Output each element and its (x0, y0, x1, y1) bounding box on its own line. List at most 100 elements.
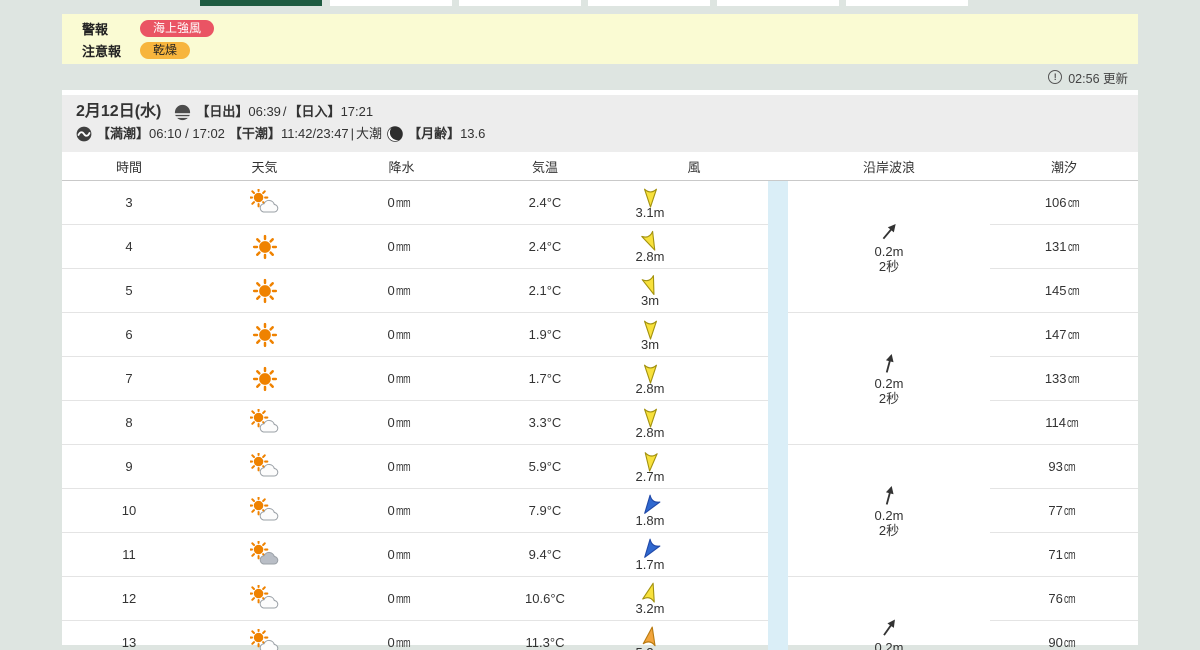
warning-badge[interactable]: 海上強風 (140, 19, 215, 37)
hour-cell: 10 (121, 503, 137, 518)
tide-cell: 145 cm (990, 269, 1138, 313)
wind-direction-icon (642, 449, 659, 472)
temp-cell: 1.7 °C (528, 371, 562, 386)
wave-height: 0.2m (874, 507, 904, 523)
tide-cell: 106 cm (990, 181, 1138, 225)
hour-cell: 9 (125, 459, 133, 474)
precip-cell: 0 mm (387, 239, 410, 254)
wave-direction-icon (874, 481, 903, 510)
wind-cell: 3.2m (620, 577, 768, 620)
info-icon: ! (1048, 70, 1063, 84)
wind-cell: 3.1m (620, 181, 768, 224)
hour-cell: 5 (125, 283, 133, 298)
tab[interactable] (717, 0, 839, 6)
high-tide-label: 【満潮】 (97, 126, 150, 141)
col-time: 時間 (115, 159, 142, 175)
wave-group: 0.2m 2秒 (788, 313, 990, 445)
low-tide-times: 11:42/23:47 (280, 126, 349, 141)
table-body: 3 0 mm 2.4 °C 3.1m 4 0 mm 2.4 °C 2.8m 5 0 mm (62, 181, 1138, 650)
tide-type: 大潮 (356, 126, 383, 141)
table-row: 5 0 mm 2.1 °C 3m (62, 269, 768, 313)
hour-cell: 6 (125, 327, 133, 342)
updated-row: ! 02:56 更新 (62, 64, 1138, 90)
weather-icon (196, 181, 333, 224)
hour-cell: 3 (125, 195, 133, 210)
col-weather: 天気 (251, 159, 278, 175)
warning-label: 警報 (82, 21, 109, 37)
tide-cell: 147 cm (990, 313, 1138, 357)
moon-age: 13.6 (460, 126, 486, 141)
temp-cell: 9.4 °C (528, 547, 562, 562)
wave-period: 2秒 (878, 258, 900, 274)
wind-cell: 5.3m (620, 621, 768, 650)
hour-cell: 4 (125, 239, 133, 254)
wind-cell: 1.7m (620, 533, 768, 576)
col-tide: 潮汐 (1050, 159, 1077, 175)
weather-icon (196, 401, 333, 444)
moon-icon (387, 126, 403, 142)
advisory-label: 注意報 (82, 43, 122, 59)
updated-time: 02:56 更新 (1068, 71, 1128, 86)
sunset-time: 17:21 (340, 104, 374, 119)
table-row: 4 0 mm 2.4 °C 2.8m (62, 225, 768, 269)
temp-cell: 2.1 °C (528, 283, 562, 298)
date-header: 2月12日(水) 【日出】 06:39 / 【日入】 17:21 【満潮】 06… (62, 95, 1138, 152)
sunrise-icon (174, 104, 192, 121)
table-row: 7 0 mm 1.7 °C 2.8m (62, 357, 768, 401)
sunset-label: 【日入】 (288, 104, 341, 119)
temp-cell: 5.9 °C (528, 459, 562, 474)
weather-icon (196, 357, 333, 400)
col-spacer (768, 152, 788, 180)
hour-cell: 13 (121, 635, 137, 650)
table-row: 3 0 mm 2.4 °C 3.1m (62, 181, 768, 225)
temp-cell: 11.3 °C (525, 635, 565, 650)
weather-icon (196, 577, 333, 620)
col-temp: 気温 (531, 159, 558, 175)
tide-cell: 93 cm (990, 445, 1138, 489)
wind-direction-icon (643, 362, 658, 384)
weather-icon (196, 489, 333, 532)
table-row: 13 0mm 11.3°C 5.3m (62, 621, 768, 650)
wind-cell: 2.8m (620, 401, 768, 444)
precip-cell: 0 mm (387, 371, 410, 386)
wave-group: 0.2m 2秒 (788, 445, 990, 577)
hour-cell: 7 (125, 371, 133, 386)
temp-cell: 3.3 °C (528, 415, 562, 430)
tab[interactable] (459, 0, 581, 6)
tide-icon (76, 126, 92, 142)
advisory-badge[interactable]: 乾燥 (140, 41, 191, 59)
temp-cell: 2.4 °C (528, 195, 562, 210)
hour-cell: 11 (122, 547, 136, 562)
tab[interactable] (588, 0, 710, 6)
temp-cell: 10.6 °C (525, 591, 565, 606)
tab[interactable] (330, 0, 452, 6)
column-divider-strip (768, 181, 788, 650)
wind-cell: 2.8m (620, 357, 768, 400)
tide-cell: 90 cm (990, 621, 1138, 650)
wind-direction-icon (643, 406, 658, 428)
weather-icon (196, 533, 333, 576)
tide-cell: 133 cm (990, 357, 1138, 401)
wave-height: 0.2m (874, 375, 904, 391)
table-row: 6 0 mm 1.9 °C 3m (62, 313, 768, 357)
col-precip: 降水 (388, 159, 415, 175)
tide-cell: 131 cm (990, 225, 1138, 269)
tide-separator: | (350, 126, 355, 141)
weather-icon (196, 445, 333, 488)
tab-active[interactable] (200, 0, 322, 6)
precip-cell: 0 mm (387, 591, 410, 606)
precip-cell: 0 mm (387, 503, 410, 518)
wave-group: 0.2m 2秒 (788, 181, 990, 313)
hour-cell: 12 (121, 591, 137, 606)
precip-cell: 0 mm (387, 547, 410, 562)
low-tide-label: 【干潮】 (228, 126, 281, 141)
moon-age-label: 【月齢】 (408, 126, 461, 141)
tide-cell: 76 cm (990, 577, 1138, 621)
precip-cell: 0 mm (387, 415, 410, 430)
tide-cell: 77 cm (990, 489, 1138, 533)
table-row: 9 0 mm 5.9 °C 2.7m (62, 445, 768, 489)
tab[interactable] (846, 0, 968, 6)
wind-direction-icon (641, 624, 660, 648)
wave-direction-icon (874, 349, 903, 378)
wave-period: 2秒 (878, 390, 900, 406)
